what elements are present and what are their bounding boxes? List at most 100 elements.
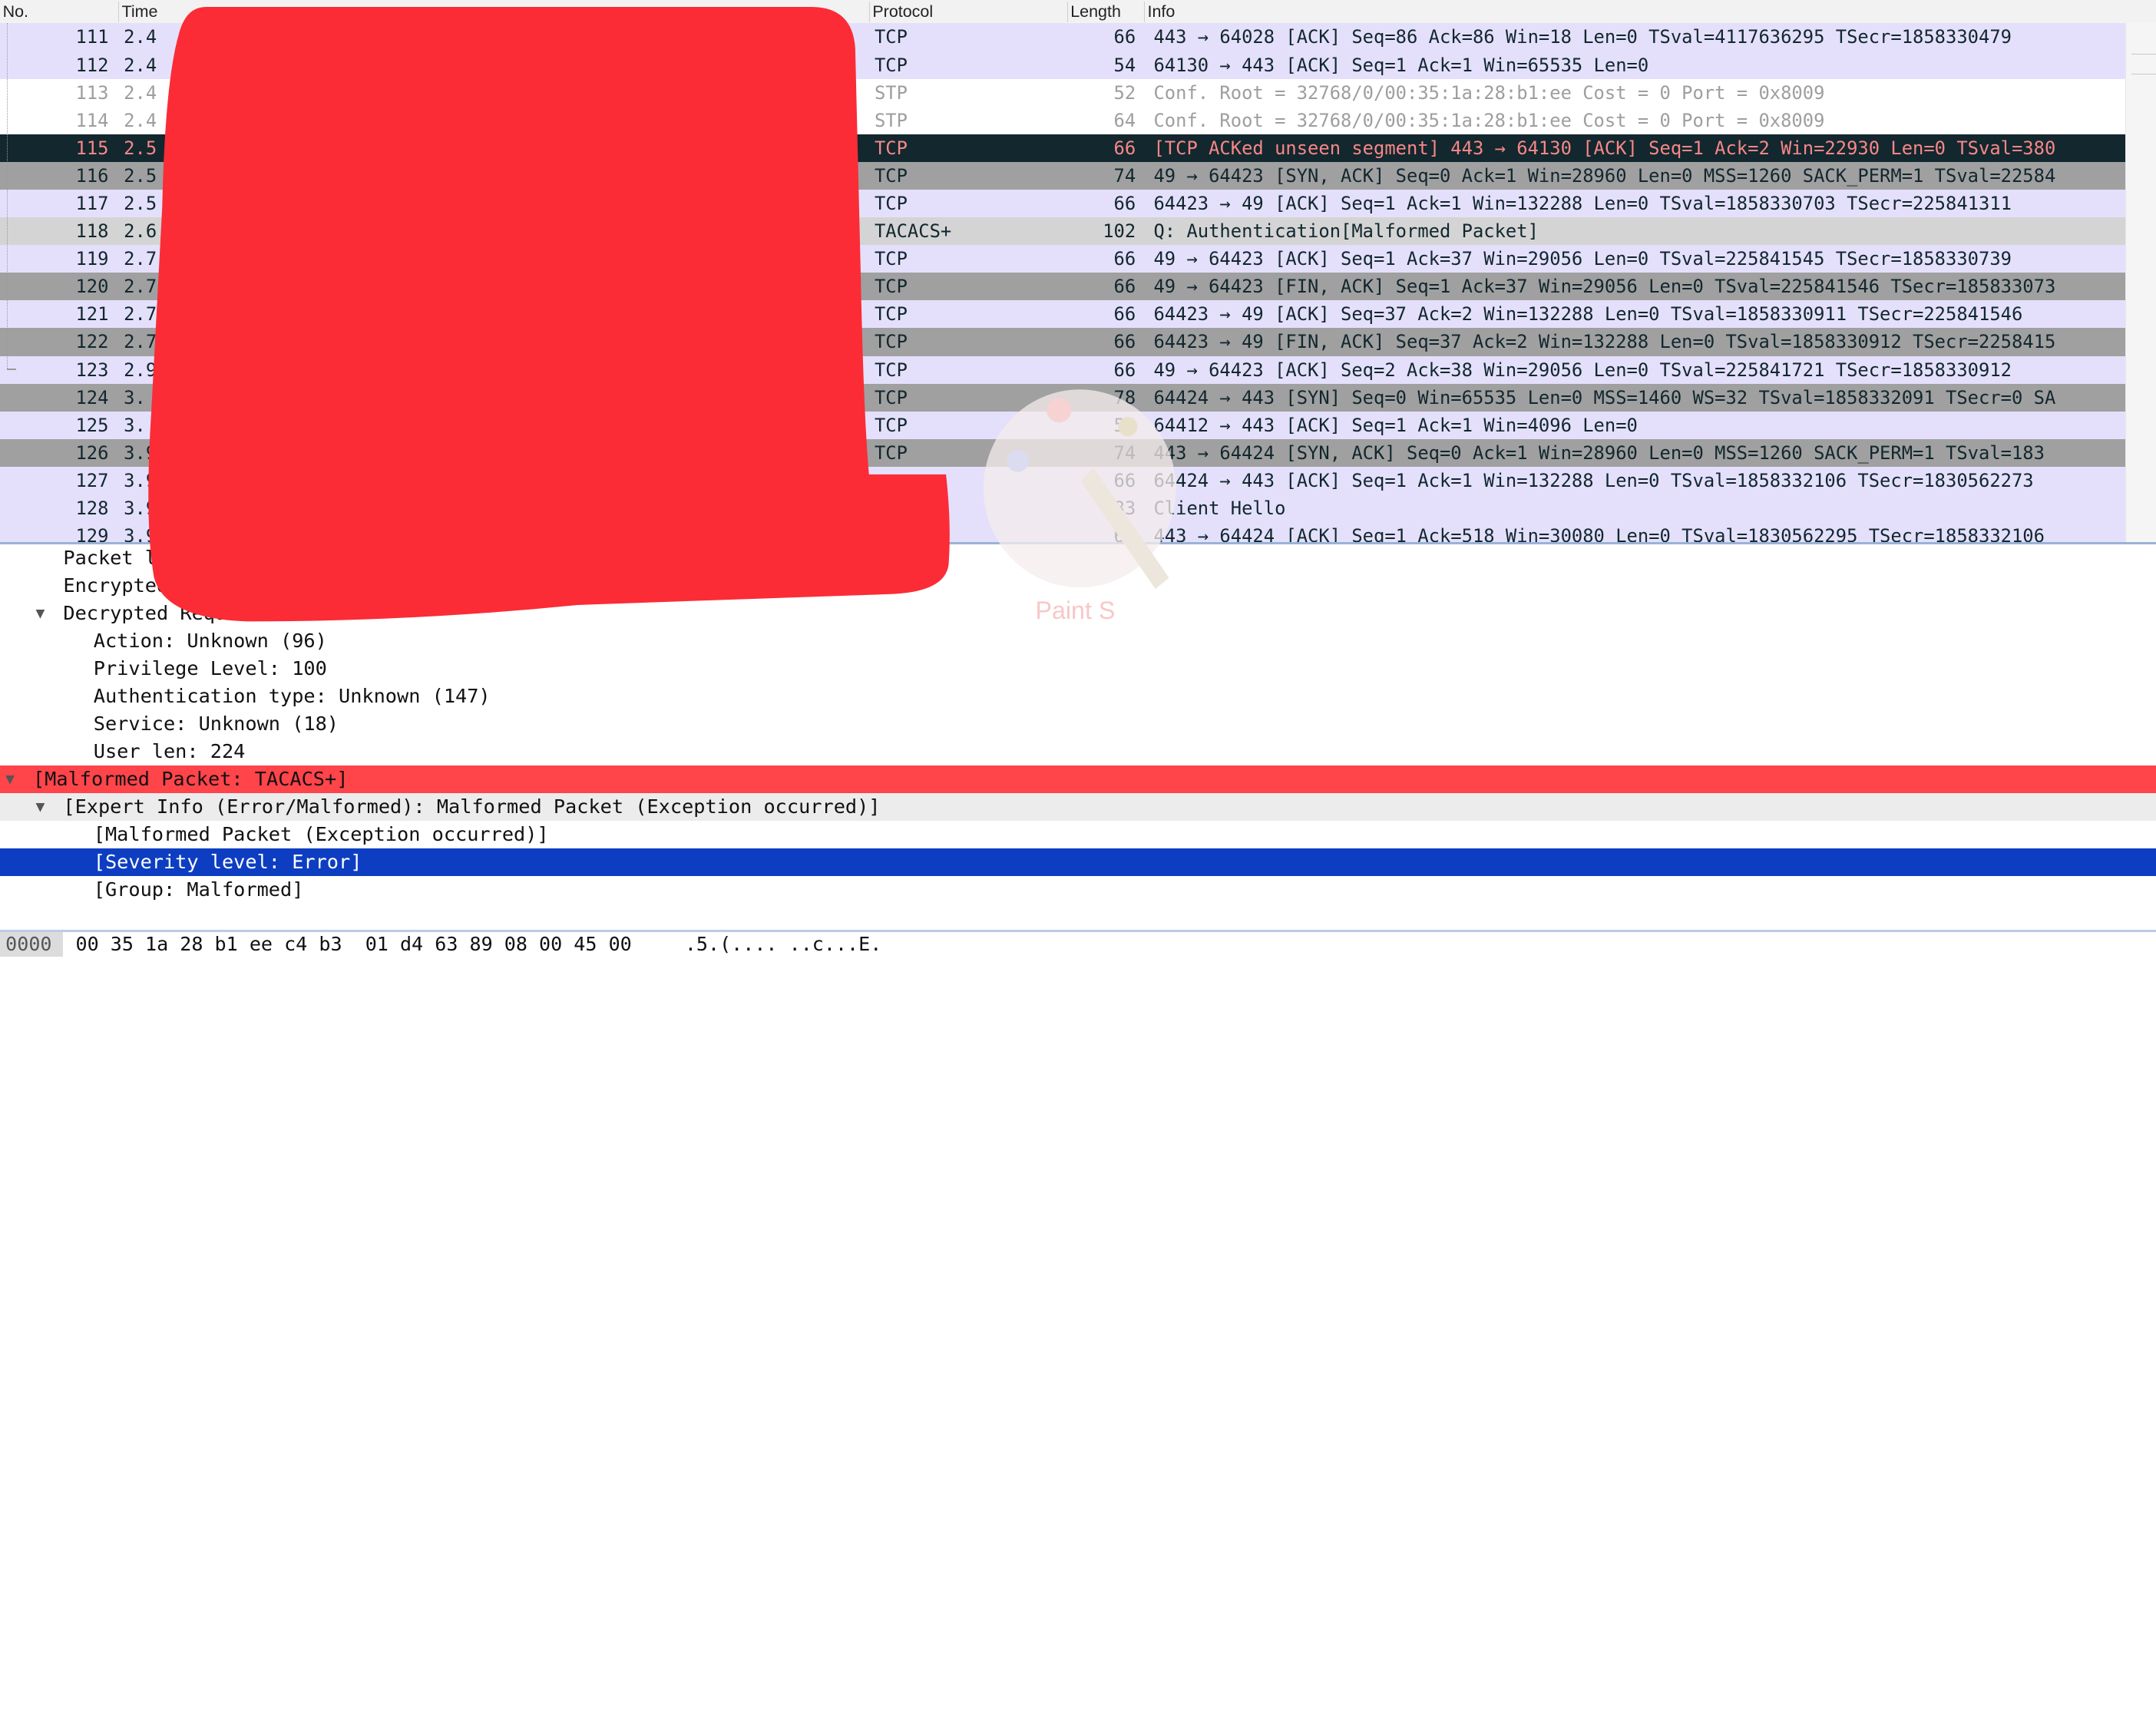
packet-length: 66: [1113, 137, 1136, 159]
packet-row[interactable]: 115 2.5 TCP 66 [TCP ACKed unseen segment] 44…: [0, 134, 2156, 162]
packet-info: 64423 → 49 [ACK] Seq=1 Ack=1 Win=132288 …: [1153, 193, 2012, 214]
packet-time: 2.7: [124, 248, 157, 270]
byte-hex[interactable]: 00 35 1a 28 b1 ee c4 b3 01 d4 63 89 08 0…: [75, 932, 631, 957]
packet-list-scrollbar[interactable]: [2125, 23, 2156, 545]
packet-number: 122: [75, 331, 109, 353]
packet-row[interactable]: 117 2.5 TCP 66 64423 → 49 [ACK] Seq=1 Ack=1 …: [0, 190, 2156, 218]
packet-info: 64424 → 443 [ACK] Seq=1 Ack=1 Win=132288…: [1153, 469, 2034, 491]
expand-triangle-icon[interactable]: ▼: [36, 793, 45, 821]
packet-protocol: TCP: [874, 331, 908, 353]
packet-row[interactable]: 116 2.5 TCP 74 49 → 64423 [SYN, ACK] Seq=0 A…: [0, 161, 2156, 190]
packet-length: 66: [1113, 248, 1136, 270]
packet-info: 49 → 64423 [SYN, ACK] Seq=0 Ack=1 Win=28…: [1153, 164, 2056, 187]
packet-protocol: TCP: [874, 276, 908, 298]
packet-protocol: TCP: [874, 137, 908, 159]
packet-time: 2.7: [124, 276, 157, 298]
packet-row[interactable]: 126 3.9 TCP 74 443 → 64424 [SYN, ACK] Seq=0 …: [0, 438, 2156, 467]
packet-bytes[interactable]: 0000 00 35 1a 28 b1 ee c4 b3 01 d4 63 89…: [0, 932, 2156, 960]
packet-info: 64130 → 443 [ACK] Seq=1 Ack=1 Win=65535 …: [1153, 54, 1649, 76]
packet-row[interactable]: 125 3. TCP 54 64412 → 443 [ACK] Seq=1 Ack=1 …: [0, 411, 2156, 439]
packet-row[interactable]: 120 2.7 TCP 66 49 → 64423 [FIN, ACK] Seq=1 A…: [0, 273, 2156, 301]
packet-info: 64423 → 49 [ACK] Seq=37 Ack=2 Win=132288…: [1153, 303, 2023, 326]
expand-triangle-icon[interactable]: ▼: [36, 600, 45, 627]
packet-length: 102: [1103, 220, 1136, 243]
packet-info: Q: Authentication[Malformed Packet]: [1153, 220, 1539, 243]
column-header-time[interactable]: Time: [118, 1, 869, 22]
packet-length: 66: [1113, 303, 1136, 326]
packet-info: 64412 → 443 [ACK] Seq=1 Ack=1 Win=4096 L…: [1153, 414, 1638, 436]
packet-protocol: TCP: [874, 303, 908, 326]
expand-triangle-icon[interactable]: ▼: [5, 765, 15, 793]
packet-protocol: TCP: [874, 54, 908, 76]
column-label: No.: [2, 2, 28, 21]
packet-number: 113: [75, 81, 109, 104]
packet-row[interactable]: 122 2.7 TCP 66 64423 → 49 [FIN, ACK] Seq=37 …: [0, 328, 2156, 356]
packet-number: 112: [75, 54, 109, 76]
detail-tree-item[interactable]: Privilege Level: 100: [0, 655, 2156, 683]
packet-info: 64424 → 443 [SYN] Seq=0 Win=65535 Len=0 …: [1153, 386, 2056, 408]
packet-row[interactable]: 113 2.4 STP 52 Conf. Root = 32768/0/00:35:1a…: [0, 78, 2156, 107]
column-header-no[interactable]: No.: [0, 2, 118, 22]
packet-length: 583: [1103, 498, 1136, 520]
column-header-protocol[interactable]: Protocol: [868, 1, 1067, 22]
packet-time: 2.6: [124, 220, 157, 243]
packet-row[interactable]: 118 2.6 TACACS+ 102 Q: Authentication[Malfor…: [0, 217, 2156, 246]
packet-number: 118: [75, 220, 109, 243]
detail-tree-item[interactable]: Packet le: [0, 544, 2156, 572]
detail-tree-item[interactable]: [Severity level: Error]: [0, 848, 2156, 877]
packet-number: 125: [75, 414, 109, 436]
detail-tree-item[interactable]: User len: 224: [0, 738, 2156, 765]
packet-time: 2.4: [124, 109, 157, 131]
packet-row[interactable]: 127 3.9 66 64424 → 443 [ACK] Seq=1 Ack=1 Wi…: [0, 466, 2156, 495]
byte-ascii[interactable]: .5.(.... ..c...E.: [685, 932, 882, 957]
packet-row[interactable]: 111 2.4 TCP 66 443 → 64028 [ACK] Seq=86 Ack=…: [0, 23, 2156, 51]
column-header-info[interactable]: Info: [1143, 1, 2156, 22]
packet-row[interactable]: 112 2.4 TCP 54 64130 → 443 [ACK] Seq=1 Ack=1…: [0, 51, 2156, 79]
column-label: Length: [1070, 2, 1121, 21]
packet-list-header: No. Time Protocol Length Info: [0, 0, 2156, 25]
packet-info: 443 → 64028 [ACK] Seq=86 Ack=86 Win=18 L…: [1153, 26, 2012, 48]
packet-time: 2.7: [124, 303, 157, 326]
detail-tree-item[interactable]: ▼ [Expert Info (Error/Malformed): Malform…: [0, 793, 2156, 822]
column-label: Time: [121, 2, 158, 21]
packet-row[interactable]: 114 2.4 STP 64 Conf. Root = 32768/0/00:35:1a…: [0, 106, 2156, 134]
packet-time: 2.5: [124, 164, 157, 187]
detail-tree-item[interactable]: [Group: Malformed]: [0, 876, 2156, 904]
detail-tree-item[interactable]: [Malformed Packet (Exception occurred)]: [0, 821, 2156, 848]
packet-time: 2.5: [124, 137, 157, 159]
detail-tree-item[interactable]: Encrypted Re: [0, 572, 2156, 600]
detail-tree-item[interactable]: Authentication type: Unknown (147): [0, 683, 2156, 710]
packet-length: 64: [1113, 109, 1136, 131]
detail-tree-item[interactable]: Action: Unknown (96): [0, 627, 2156, 655]
packet-row[interactable]: 121 2.7 TCP 66 64423 → 49 [ACK] Seq=37 Ack=2…: [0, 300, 2156, 329]
packet-info: 49 → 64423 [ACK] Seq=1 Ack=37 Win=29056 …: [1153, 248, 2012, 270]
packet-number: 115: [75, 137, 109, 159]
detail-tree-item[interactable]: ▼ [Malformed Packet: TACACS+]: [0, 765, 2156, 794]
detail-text: Encrypted Re: [63, 574, 203, 597]
scrollbar-grip[interactable]: [2131, 53, 2156, 74]
packet-protocol: TACACS+: [874, 220, 952, 243]
packet-protocol: STP: [874, 109, 908, 131]
packet-row[interactable]: 123 2.9 TCP 66 49 → 64423 [ACK] Seq=2 Ack=38…: [0, 355, 2156, 384]
packet-number: 116: [75, 164, 109, 187]
column-header-length[interactable]: Length: [1066, 1, 1144, 22]
conversation-bracket: [6, 23, 9, 370]
packet-protocol: TCP: [874, 193, 908, 214]
packet-row[interactable]: 119 2.7 TCP 66 49 → 64423 [ACK] Seq=1 Ack=37…: [0, 245, 2156, 273]
detail-tree-item[interactable]: Service: Unknown (18): [0, 710, 2156, 738]
packet-protocol: TCP: [874, 414, 908, 436]
detail-text: Service: Unknown (18): [93, 713, 339, 736]
packet-row[interactable]: 124 3. TCP 78 64424 → 443 [SYN] Seq=0 Win=65…: [0, 383, 2156, 412]
packet-number: 117: [75, 193, 109, 214]
packet-time: 2.9: [124, 359, 157, 381]
packet-length: 66: [1113, 359, 1136, 381]
packet-info: 49 → 64423 [ACK] Seq=2 Ack=38 Win=29056 …: [1153, 359, 2012, 381]
column-label: Info: [1147, 2, 1176, 21]
detail-text: [Severity level: Error]: [93, 851, 362, 874]
packet-row[interactable]: 128 3.9 2 583 Client Hello: [0, 494, 2156, 523]
packet-protocol: TCP: [874, 359, 908, 381]
packet-protocol: TCP: [874, 26, 908, 48]
packet-protocol: STP: [874, 81, 908, 104]
packet-info: 64423 → 49 [FIN, ACK] Seq=37 Ack=2 Win=1…: [1153, 331, 2056, 353]
packet-list[interactable]: No. Time Protocol Length Info 111 2.4 TCP 6…: [0, 0, 2156, 545]
